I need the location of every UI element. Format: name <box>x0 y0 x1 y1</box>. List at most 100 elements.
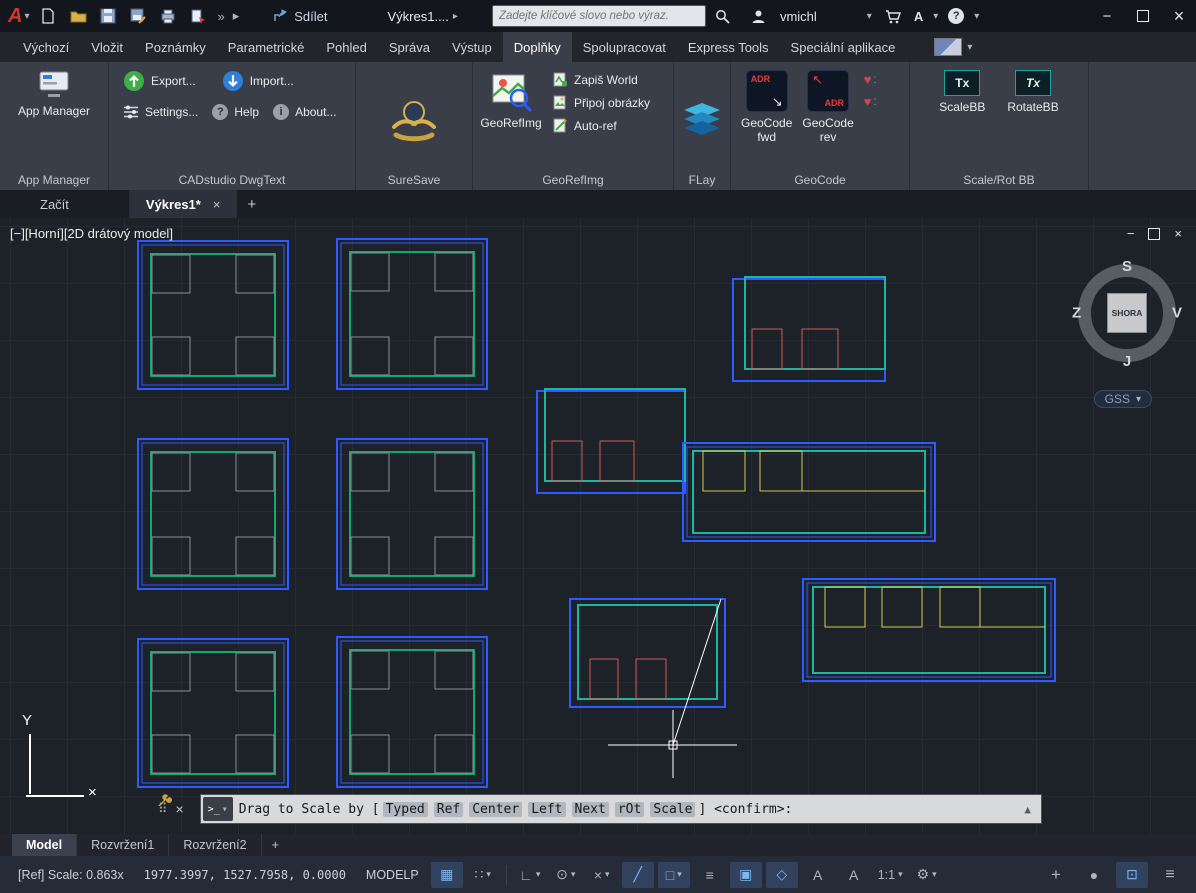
flay-icon[interactable] <box>682 101 722 137</box>
tab-vlozit[interactable]: Vložit <box>80 32 134 62</box>
maximize-button[interactable] <box>1126 2 1160 30</box>
autodesk-access-icon[interactable]: A <box>914 9 923 24</box>
viewcube-face[interactable]: SHORA <box>1107 293 1147 333</box>
search-input[interactable] <box>491 5 706 27</box>
geocode-fwd-button[interactable]: ADR ↘ GeoCode fwd <box>741 70 792 144</box>
customization-menu-button[interactable]: ≡ <box>1154 862 1186 888</box>
ortho-toggle[interactable]: ∟ ▾ <box>514 862 546 888</box>
gss-control[interactable]: GSS ▾ <box>1093 390 1152 408</box>
geocode-marker-fwd-icon[interactable]: ♥ ⁚ <box>864 73 877 86</box>
cad-rect[interactable] <box>235 652 275 692</box>
tab-spolupracovat[interactable]: Spolupracovat <box>572 32 677 62</box>
file-tab-drawing1[interactable]: Výkres1* × <box>129 190 238 218</box>
command-history-icon[interactable]: ▲ <box>1024 803 1031 816</box>
cad-rect[interactable] <box>350 650 390 690</box>
cad-rect[interactable] <box>141 642 285 784</box>
polar-tracking-toggle[interactable]: ⊙ ▾ <box>550 862 582 888</box>
viewport-restore-icon[interactable] <box>1148 227 1161 240</box>
cad-rect[interactable] <box>434 734 474 774</box>
cad-rect[interactable] <box>150 253 276 377</box>
cad-rect[interactable] <box>692 450 926 534</box>
cad-rect[interactable] <box>340 242 484 386</box>
cad-rect[interactable] <box>434 536 474 576</box>
annotation-visibility-toggle[interactable]: A <box>802 862 834 888</box>
cad-rect[interactable] <box>349 451 475 577</box>
cad-rect[interactable] <box>569 598 726 708</box>
command-keyword[interactable]: Next <box>571 801 609 817</box>
viewport-controls-label[interactable]: [−][Horní][2D drátový model] <box>10 226 173 241</box>
attach-images-button[interactable]: Připoj obrázky <box>553 95 650 110</box>
cad-rect[interactable] <box>235 336 275 376</box>
cad-rect[interactable] <box>544 388 686 482</box>
geocode-rev-button[interactable]: ADR ↖ GeoCode rev <box>802 70 854 144</box>
cad-rect[interactable] <box>682 442 936 542</box>
minimize-button[interactable]: − <box>1090 2 1124 30</box>
cad-rect[interactable] <box>732 278 886 382</box>
panel-title-flay[interactable]: FLay <box>674 173 730 187</box>
command-keyword[interactable]: Scale <box>650 801 696 817</box>
cad-rect[interactable] <box>235 254 275 294</box>
command-keyword[interactable]: Left <box>528 801 566 817</box>
rotatebb-button[interactable]: Tx RotateBB <box>1007 70 1059 114</box>
file-tab-close-icon[interactable]: × <box>213 197 221 212</box>
isolate-objects-button[interactable]: ● <box>1078 862 1110 888</box>
help-caret-icon[interactable]: ▾ <box>974 11 979 22</box>
tab-parametricke[interactable]: Parametrické <box>217 32 316 62</box>
tab-vychozi[interactable]: Výchozí <box>12 32 80 62</box>
command-line[interactable]: ⠿ × >_ ▾ Drag to Scale by [Typed Ref Center… <box>158 794 1042 824</box>
annotation-scale-button[interactable]: 1:1 ▾ <box>874 862 907 888</box>
cad-rect[interactable] <box>350 734 390 774</box>
dwgtext-import-button[interactable]: Import... <box>222 70 294 92</box>
panel-title-suresave[interactable]: SureSave <box>356 173 472 187</box>
cad-rect[interactable] <box>336 438 488 590</box>
doc-title-more-icon[interactable]: ▸ <box>453 11 458 22</box>
cad-rect[interactable] <box>141 244 285 386</box>
cad-rect[interactable] <box>137 438 289 590</box>
cad-rect[interactable] <box>350 536 390 576</box>
geocode-marker-rev-icon[interactable]: ♥ ⁚ <box>864 95 877 108</box>
cad-rect[interactable] <box>939 586 981 628</box>
cad-rect[interactable] <box>744 276 886 370</box>
write-world-button[interactable]: Zapiš World <box>553 72 650 87</box>
new-layout-button[interactable]: + <box>262 834 289 856</box>
app-manager-button[interactable]: App Manager <box>18 70 90 118</box>
plot-icon[interactable] <box>157 5 179 27</box>
object-snap-toggle[interactable]: □ ▾ <box>657 861 690 888</box>
cad-rect[interactable] <box>336 636 488 788</box>
panel-title-scalerot[interactable]: Scale/Rot BB <box>910 173 1088 187</box>
cad-rect[interactable] <box>577 604 718 700</box>
cad-rect[interactable] <box>151 336 191 376</box>
open-file-icon[interactable] <box>67 5 89 27</box>
autocad-logo[interactable]: A <box>0 5 24 28</box>
cad-rect[interactable] <box>751 328 783 370</box>
cad-rect[interactable] <box>806 582 1052 678</box>
cad-line[interactable] <box>672 598 722 746</box>
viewcube-north-label[interactable]: S <box>1122 258 1132 275</box>
cad-rect[interactable] <box>340 640 484 784</box>
scalebb-button[interactable]: Tx ScaleBB <box>939 70 985 114</box>
panel-title-dwgtext[interactable]: CADstudio DwgText <box>109 173 355 187</box>
snap-toggle[interactable]: ∷ ▾ <box>467 862 499 888</box>
cad-rect[interactable] <box>150 651 276 775</box>
osnap-3d-toggle[interactable]: ◇ <box>765 861 798 888</box>
cad-rect[interactable] <box>434 452 474 492</box>
cad-rect[interactable] <box>824 586 866 628</box>
cad-rect[interactable] <box>151 254 191 294</box>
search-icon[interactable] <box>712 5 734 27</box>
cad-rect[interactable] <box>536 390 686 494</box>
tab-specialni-aplikace[interactable]: Speciální aplikace <box>780 32 907 62</box>
cad-rect[interactable] <box>350 336 390 376</box>
tab-pohled[interactable]: Pohled <box>315 32 377 62</box>
dwgtext-about-button[interactable]: i About... <box>273 104 336 120</box>
panel-title-app-manager[interactable]: App Manager <box>0 173 108 187</box>
cad-rect[interactable] <box>881 586 923 628</box>
command-keyword[interactable]: Center <box>469 801 523 817</box>
cad-rect[interactable] <box>349 649 475 775</box>
viewcube-south-label[interactable]: J <box>1123 353 1131 370</box>
user-name[interactable]: vmichl <box>780 9 817 24</box>
publish-icon[interactable] <box>187 5 209 27</box>
cad-rect[interactable] <box>434 252 474 292</box>
drawing-area[interactable]: [−][Horní][2D drátový model] − × SHORA S… <box>0 218 1196 834</box>
access-caret-icon[interactable]: ▾ <box>933 11 938 22</box>
cad-rect[interactable] <box>589 658 619 700</box>
